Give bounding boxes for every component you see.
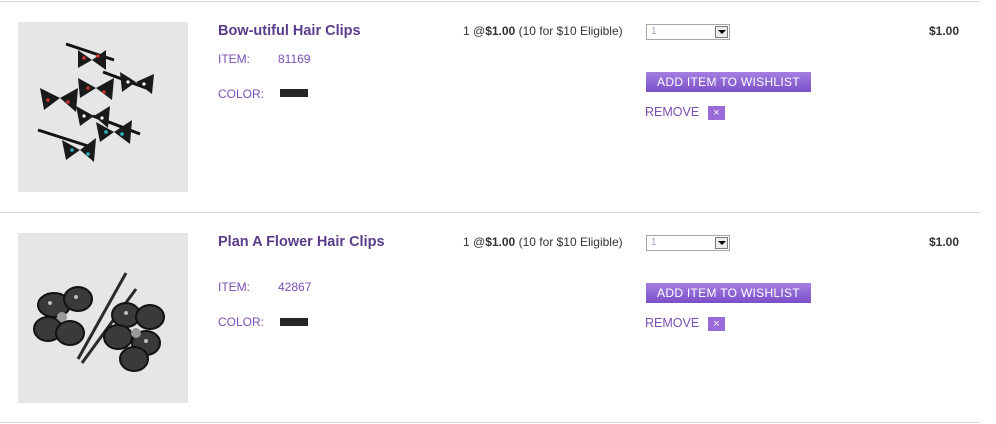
- item-number: 81169: [278, 52, 311, 66]
- unit-price: 1 @$1.00 (10 for $10 Eligible): [463, 24, 623, 38]
- cart-item-row: Bow-utiful Hair Clips ITEM: 81169 COLOR:…: [0, 2, 996, 212]
- product-title[interactable]: Plan A Flower Hair Clips: [218, 233, 388, 252]
- line-total: $1.00: [928, 235, 959, 249]
- item-label: ITEM:: [218, 52, 250, 66]
- product-image[interactable]: [18, 22, 188, 192]
- remove-link[interactable]: REMOVE: [645, 105, 699, 119]
- quantity-value: 1: [651, 237, 657, 248]
- quantity-select[interactable]: 1: [646, 24, 730, 40]
- unit-price: 1 @$1.00 (10 for $10 Eligible): [463, 235, 623, 249]
- add-to-wishlist-button[interactable]: ADD ITEM TO WISHLIST: [646, 283, 811, 303]
- cart-item-row: Plan A Flower Hair Clips ITEM: 42867 COL…: [0, 213, 996, 423]
- item-number: 42867: [278, 280, 312, 294]
- quantity-select[interactable]: 1: [646, 235, 730, 251]
- color-swatch: [280, 318, 308, 326]
- line-total: $1.00: [928, 24, 959, 38]
- product-title[interactable]: Bow-utiful Hair Clips: [218, 22, 388, 41]
- color-label: COLOR:: [218, 315, 265, 329]
- color-label: COLOR:: [218, 87, 265, 101]
- chevron-down-icon[interactable]: [715, 26, 728, 38]
- remove-link[interactable]: REMOVE: [645, 316, 699, 330]
- close-icon[interactable]: ×: [708, 317, 725, 331]
- bottom-divider: [0, 422, 980, 423]
- chevron-down-icon[interactable]: [715, 237, 728, 249]
- quantity-value: 1: [651, 26, 657, 37]
- close-icon[interactable]: ×: [708, 106, 725, 120]
- color-swatch: [280, 89, 308, 97]
- product-image[interactable]: [18, 233, 188, 403]
- item-label: ITEM:: [218, 280, 250, 294]
- add-to-wishlist-button[interactable]: ADD ITEM TO WISHLIST: [646, 72, 811, 92]
